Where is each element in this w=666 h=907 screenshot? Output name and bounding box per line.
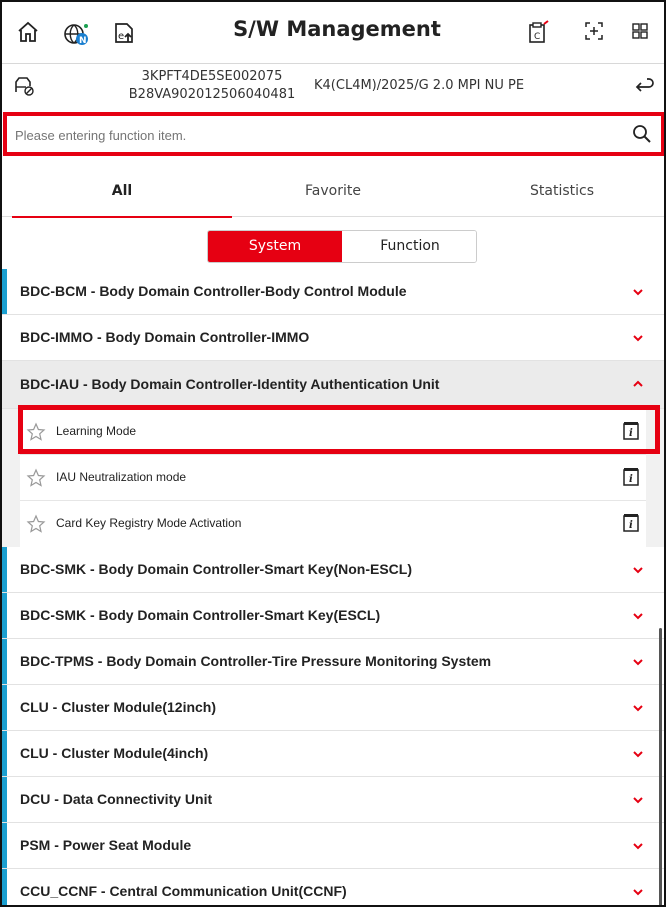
scrollbar[interactable] [659,628,662,905]
module-label: BDC-TPMS - Body Domain Controller-Tire P… [20,653,492,669]
app-frame: N e S/W Management C 3KPFT4DE5SE002075 B… [0,0,666,907]
star-icon[interactable] [26,468,46,488]
chevron-down-icon[interactable] [630,746,646,762]
svg-text:i: i [629,520,633,531]
tab-all[interactable]: All [12,165,232,218]
tab-statistics[interactable]: Statistics [452,165,664,217]
star-icon[interactable] [26,422,46,442]
chevron-down-icon[interactable] [630,700,646,716]
module-accent-bar [2,685,7,730]
function-item[interactable]: Learning Mode i [20,409,646,455]
module-row[interactable]: BDC-BCM - Body Domain Controller-Body Co… [2,269,664,315]
module-accent-bar [2,731,7,776]
module-list: BDC-BCM - Body Domain Controller-Body Co… [2,269,664,905]
function-label: IAU Neutralization mode [56,470,187,484]
function-label: Learning Mode [56,424,137,438]
chevron-up-icon[interactable] [630,376,646,392]
module-label: CLU - Cluster Module(4inch) [20,745,209,761]
module-row[interactable]: CCU_CCNF - Central Communication Unit(CC… [2,869,664,905]
module-label: BDC-IMMO - Body Domain Controller-IMMO [20,329,310,345]
vehicle-connection-icon[interactable] [10,74,38,102]
search-icon[interactable] [631,122,653,146]
function-sublist: Learning Mode i IAU Neutralization mode … [2,409,664,547]
module-accent-bar [2,823,7,868]
svg-text:N: N [79,36,87,46]
clipboard-c-icon[interactable]: C [524,20,552,48]
module-row[interactable]: CLU - Cluster Module(12inch) [2,685,664,731]
svg-text:C: C [534,32,540,42]
search-bar [3,112,664,156]
module-row[interactable]: BDC-TPMS - Body Domain Controller-Tire P… [2,639,664,685]
segment-function[interactable]: Function [343,231,476,262]
module-label: BDC-BCM - Body Domain Controller-Body Co… [20,283,407,299]
module-accent-bar [2,269,7,314]
vehicle-info-bar: 3KPFT4DE5SE002075 B28VA902012506040481 K… [2,64,664,110]
function-item[interactable]: IAU Neutralization mode i [20,455,646,501]
module-label: PSM - Power Seat Module [20,837,192,853]
expand-plus-icon[interactable] [580,20,608,48]
function-label: Card Key Registry Mode Activation [56,516,242,530]
module-row[interactable]: DCU - Data Connectivity Unit [2,777,664,823]
vin-text: 3KPFT4DE5SE002075 [141,69,283,84]
view-segment: System Function [207,230,477,263]
module-row[interactable]: BDC-IMMO - Body Domain Controller-IMMO [2,315,664,361]
vehicle-model-text: K4(CL4M)/2025/G 2.0 MPI NU PE [314,78,525,93]
page-title: S/W Management [233,17,441,41]
home-icon[interactable] [14,20,42,48]
chevron-down-icon[interactable] [630,330,646,346]
top-bar: N e S/W Management C [2,2,664,64]
info-document-icon[interactable]: i [622,421,640,441]
module-label: BDC-SMK - Body Domain Controller-Smart K… [20,561,413,577]
vehicle-code-text: B28VA902012506040481 [128,87,296,102]
vehicle-ids: 3KPFT4DE5SE002075 B28VA902012506040481 [112,68,312,104]
main-tabs: All Favorite Statistics [2,165,664,218]
module-label: CCU_CCNF - Central Communication Unit(CC… [20,883,347,899]
ecu-upload-icon[interactable]: e [110,20,138,48]
svg-text:e: e [118,31,124,42]
function-item[interactable]: Card Key Registry Mode Activation i [20,501,646,547]
module-accent-bar [2,547,7,592]
chevron-down-icon[interactable] [630,792,646,808]
svg-text:i: i [629,428,633,439]
svg-text:i: i [629,474,633,485]
segment-system[interactable]: System [208,231,342,262]
globe-update-icon[interactable]: N [62,20,90,48]
grid-menu-icon[interactable] [626,20,654,48]
module-row-expanded[interactable]: BDC-IAU - Body Domain Controller-Identit… [2,361,664,409]
chevron-down-icon[interactable] [630,562,646,578]
module-row[interactable]: PSM - Power Seat Module [2,823,664,869]
chevron-down-icon[interactable] [630,284,646,300]
module-row[interactable]: BDC-SMK - Body Domain Controller-Smart K… [2,547,664,593]
chevron-down-icon[interactable] [630,654,646,670]
tab-favorite[interactable]: Favorite [223,165,443,217]
module-row[interactable]: BDC-SMK - Body Domain Controller-Smart K… [2,593,664,639]
module-label: BDC-IAU - Body Domain Controller-Identit… [20,376,440,392]
module-accent-bar [2,777,7,822]
module-accent-bar [2,593,7,638]
search-input[interactable] [15,122,615,148]
module-accent-bar [2,639,7,684]
module-label: CLU - Cluster Module(12inch) [20,699,217,715]
chevron-down-icon[interactable] [630,838,646,854]
return-icon[interactable] [630,74,658,102]
chevron-down-icon[interactable] [630,884,646,900]
module-label: BDC-SMK - Body Domain Controller-Smart K… [20,607,381,623]
module-label: DCU - Data Connectivity Unit [20,791,213,807]
chevron-down-icon[interactable] [630,608,646,624]
info-document-icon[interactable]: i [622,467,640,487]
info-document-icon[interactable]: i [622,513,640,533]
star-icon[interactable] [26,514,46,534]
module-row[interactable]: CLU - Cluster Module(4inch) [2,731,664,777]
module-accent-bar [2,869,7,905]
